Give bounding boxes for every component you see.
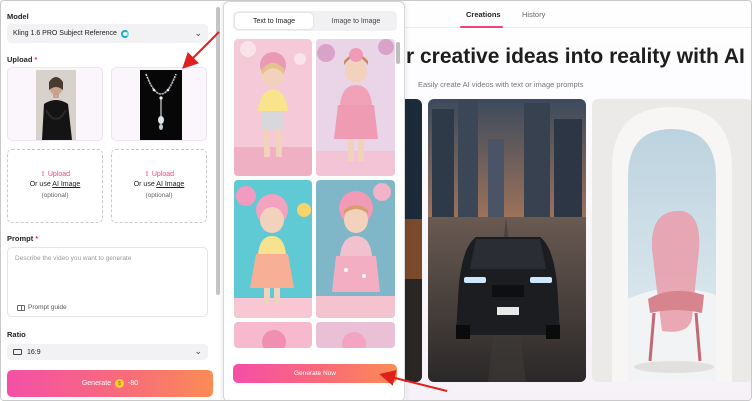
image-generator-panel: Text to Image Image to Image Generate No… [223, 1, 405, 400]
prompt-textarea[interactable]: Describe the video you want to generate … [7, 247, 208, 317]
ai-image-option[interactable]: Or use AI Image [8, 181, 102, 188]
upload-icon: ⇧ [40, 171, 48, 178]
uploaded-image-slot-2[interactable] [111, 67, 207, 141]
ai-image-option[interactable]: Or use AI Image [112, 181, 206, 188]
gallery-scrollbar[interactable] [396, 42, 400, 64]
top-nav: Creations History [406, 1, 751, 28]
app-window: Model Kling 1.6 PRO Subject Reference ⌄ … [0, 0, 752, 401]
tab-creations[interactable]: Creations [466, 10, 501, 19]
ratio-value: 16:9 [27, 348, 41, 356]
upload-slot-4[interactable]: ⇧ Upload Or use AI Image (optional) [111, 149, 207, 223]
upload-slot-3[interactable]: ⇧ Upload Or use AI Image (optional) [7, 149, 103, 223]
showcase-card-car[interactable] [428, 99, 586, 382]
gallery-image-4[interactable] [316, 180, 395, 318]
uploaded-image-slot-1[interactable] [7, 67, 103, 141]
ratio-label: Ratio [7, 330, 26, 339]
generator-tabs: Text to Image Image to Image [233, 11, 397, 31]
tab-history[interactable]: History [522, 10, 545, 19]
prompt-placeholder: Describe the video you want to generate [15, 255, 132, 262]
gallery-image-6[interactable] [316, 322, 395, 348]
gallery-image-1[interactable] [234, 39, 312, 176]
prompt-label: Prompt * [7, 234, 39, 243]
upload-link[interactable]: ⇧ Upload [112, 170, 206, 178]
chevron-down-icon: ⌄ [194, 346, 202, 356]
optional-note: (optional) [41, 192, 69, 199]
gallery-image-3[interactable] [234, 180, 312, 318]
generate-now-button[interactable]: Generate Now [233, 364, 397, 383]
model-label: Model [7, 12, 29, 21]
left-scrollbar[interactable] [216, 7, 220, 295]
generate-cost: -80 [128, 380, 139, 387]
hero-subline: Easily create AI videos with text or ima… [418, 80, 584, 89]
chevron-down-icon: ⌄ [194, 28, 202, 38]
tab-image-to-image[interactable]: Image to Image [317, 13, 395, 29]
loading-spinner-icon [120, 29, 129, 38]
hero-headline: r creative ideas into reality with AI [406, 45, 745, 68]
showcase-image-chair [592, 99, 751, 382]
book-icon [17, 304, 25, 311]
creations-area: Creations History r creative ideas into … [400, 1, 751, 400]
uploaded-necklace-photo [140, 70, 182, 140]
prompt-guide-button[interactable]: Prompt guide [17, 304, 67, 311]
upload-label: Upload * [7, 55, 38, 64]
coin-icon: $ [115, 379, 125, 388]
ratio-select[interactable]: 16:9 ⌄ [7, 344, 208, 360]
showcase-image-car [428, 99, 586, 382]
gallery-image-5[interactable] [234, 322, 312, 348]
gallery-image-2[interactable] [316, 39, 395, 176]
upload-link[interactable]: ⇧ Upload [8, 170, 102, 178]
optional-note: (optional) [145, 192, 173, 199]
tab-text-to-image[interactable]: Text to Image [235, 13, 313, 29]
aspect-ratio-icon [13, 349, 22, 355]
upload-icon: ⇧ [144, 171, 152, 178]
showcase-card-chair[interactable] [592, 99, 751, 382]
model-select[interactable]: Kling 1.6 PRO Subject Reference ⌄ [7, 24, 208, 43]
active-tab-indicator [460, 26, 503, 28]
generate-button[interactable]: Generate $ -80 [7, 370, 213, 397]
model-value: Kling 1.6 PRO Subject Reference [13, 30, 117, 37]
uploaded-woman-photo [36, 70, 76, 140]
left-settings-panel: Model Kling 1.6 PRO Subject Reference ⌄ … [1, 1, 223, 400]
